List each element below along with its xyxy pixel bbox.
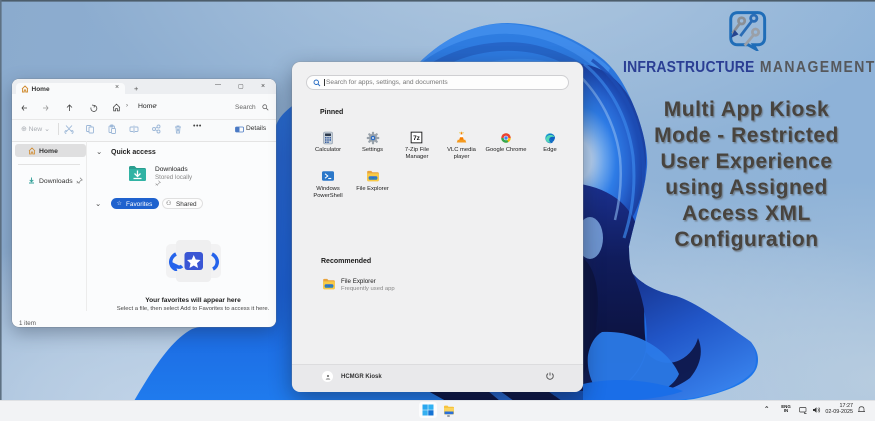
svg-text:7z: 7z: [413, 135, 421, 142]
